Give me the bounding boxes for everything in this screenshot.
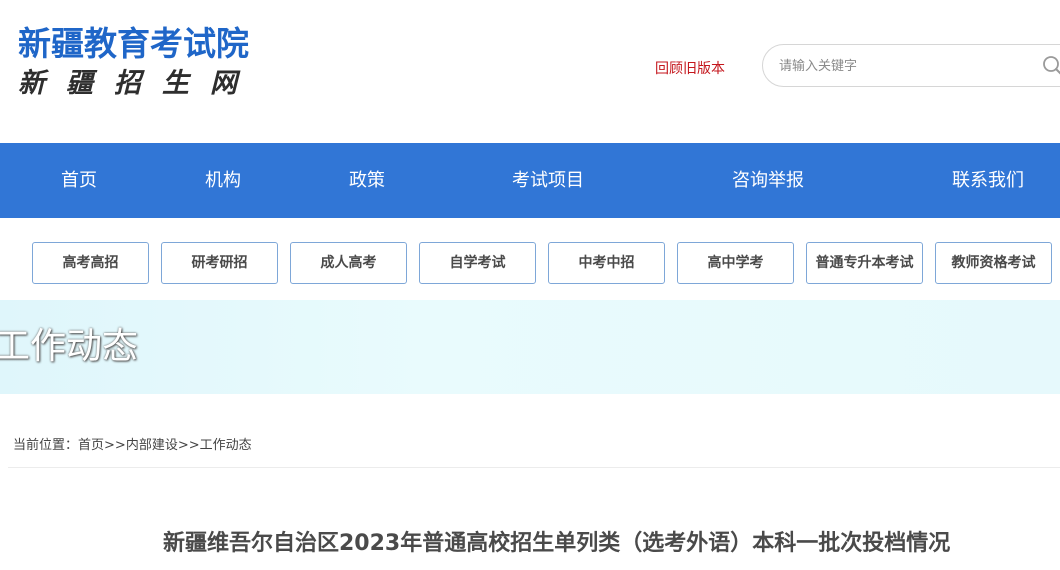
search-icon[interactable] <box>1042 55 1060 77</box>
search-input[interactable] <box>779 55 1029 77</box>
nav-item-exam-projects[interactable]: 考试项目 <box>512 143 584 218</box>
breadcrumb-separator: >> <box>104 438 126 453</box>
nav-item-organization[interactable]: 机构 <box>205 143 241 218</box>
site-header: 新疆教育考试院 新疆招生网 回顾旧版本 <box>0 0 1060 143</box>
breadcrumb-item-internal[interactable]: 内部建设 <box>126 438 178 453</box>
category-button-self-study[interactable]: 自学考试 <box>419 242 536 284</box>
category-button-upgrade-exam[interactable]: 普通专升本考试 <box>806 242 923 284</box>
breadcrumb-item-work-news[interactable]: 工作动态 <box>200 438 252 453</box>
logo-main-text: 新疆教育考试院 <box>18 24 249 63</box>
breadcrumb: 当前位置：首页>>内部建设>>工作动态 <box>13 434 252 453</box>
nav-item-consult-report[interactable]: 咨询举报 <box>732 143 804 218</box>
nav-item-policy[interactable]: 政策 <box>349 143 385 218</box>
nav-item-contact[interactable]: 联系我们 <box>952 143 1024 218</box>
logo-sub-text: 新疆招生网 <box>18 68 258 99</box>
site-logo[interactable]: 新疆教育考试院 新疆招生网 <box>18 22 258 102</box>
banner-title: 工作动态 <box>0 326 139 367</box>
divider <box>8 467 1060 468</box>
article-title: 新疆维吾尔自治区2023年普通高校招生单列类（选考外语）本科一批次投档情况 <box>163 531 951 556</box>
nav-item-home[interactable]: 首页 <box>61 143 97 218</box>
category-button-gaokao[interactable]: 高考高招 <box>32 242 149 284</box>
old-version-link[interactable]: 回顾旧版本 <box>655 58 725 78</box>
category-button-adult[interactable]: 成人高考 <box>290 242 407 284</box>
main-nav: 首页 机构 政策 考试项目 咨询举报 联系我们 <box>0 143 1060 218</box>
category-button-graduate[interactable]: 研考研招 <box>161 242 278 284</box>
category-button-high-school-test[interactable]: 高中学考 <box>677 242 794 284</box>
breadcrumb-separator: >> <box>177 438 200 453</box>
category-buttons: 高考高招 研考研招 成人高考 自学考试 中考中招 高中学考 普通专升本考试 教师… <box>0 242 1060 284</box>
category-button-teacher-cert[interactable]: 教师资格考试 <box>935 242 1052 284</box>
breadcrumb-prefix: 当前位置： <box>13 438 79 453</box>
category-button-zhongkao[interactable]: 中考中招 <box>548 242 665 284</box>
section-banner: 工作动态 <box>0 300 1060 394</box>
breadcrumb-item-home[interactable]: 首页 <box>78 438 104 453</box>
search-box <box>762 44 1060 87</box>
